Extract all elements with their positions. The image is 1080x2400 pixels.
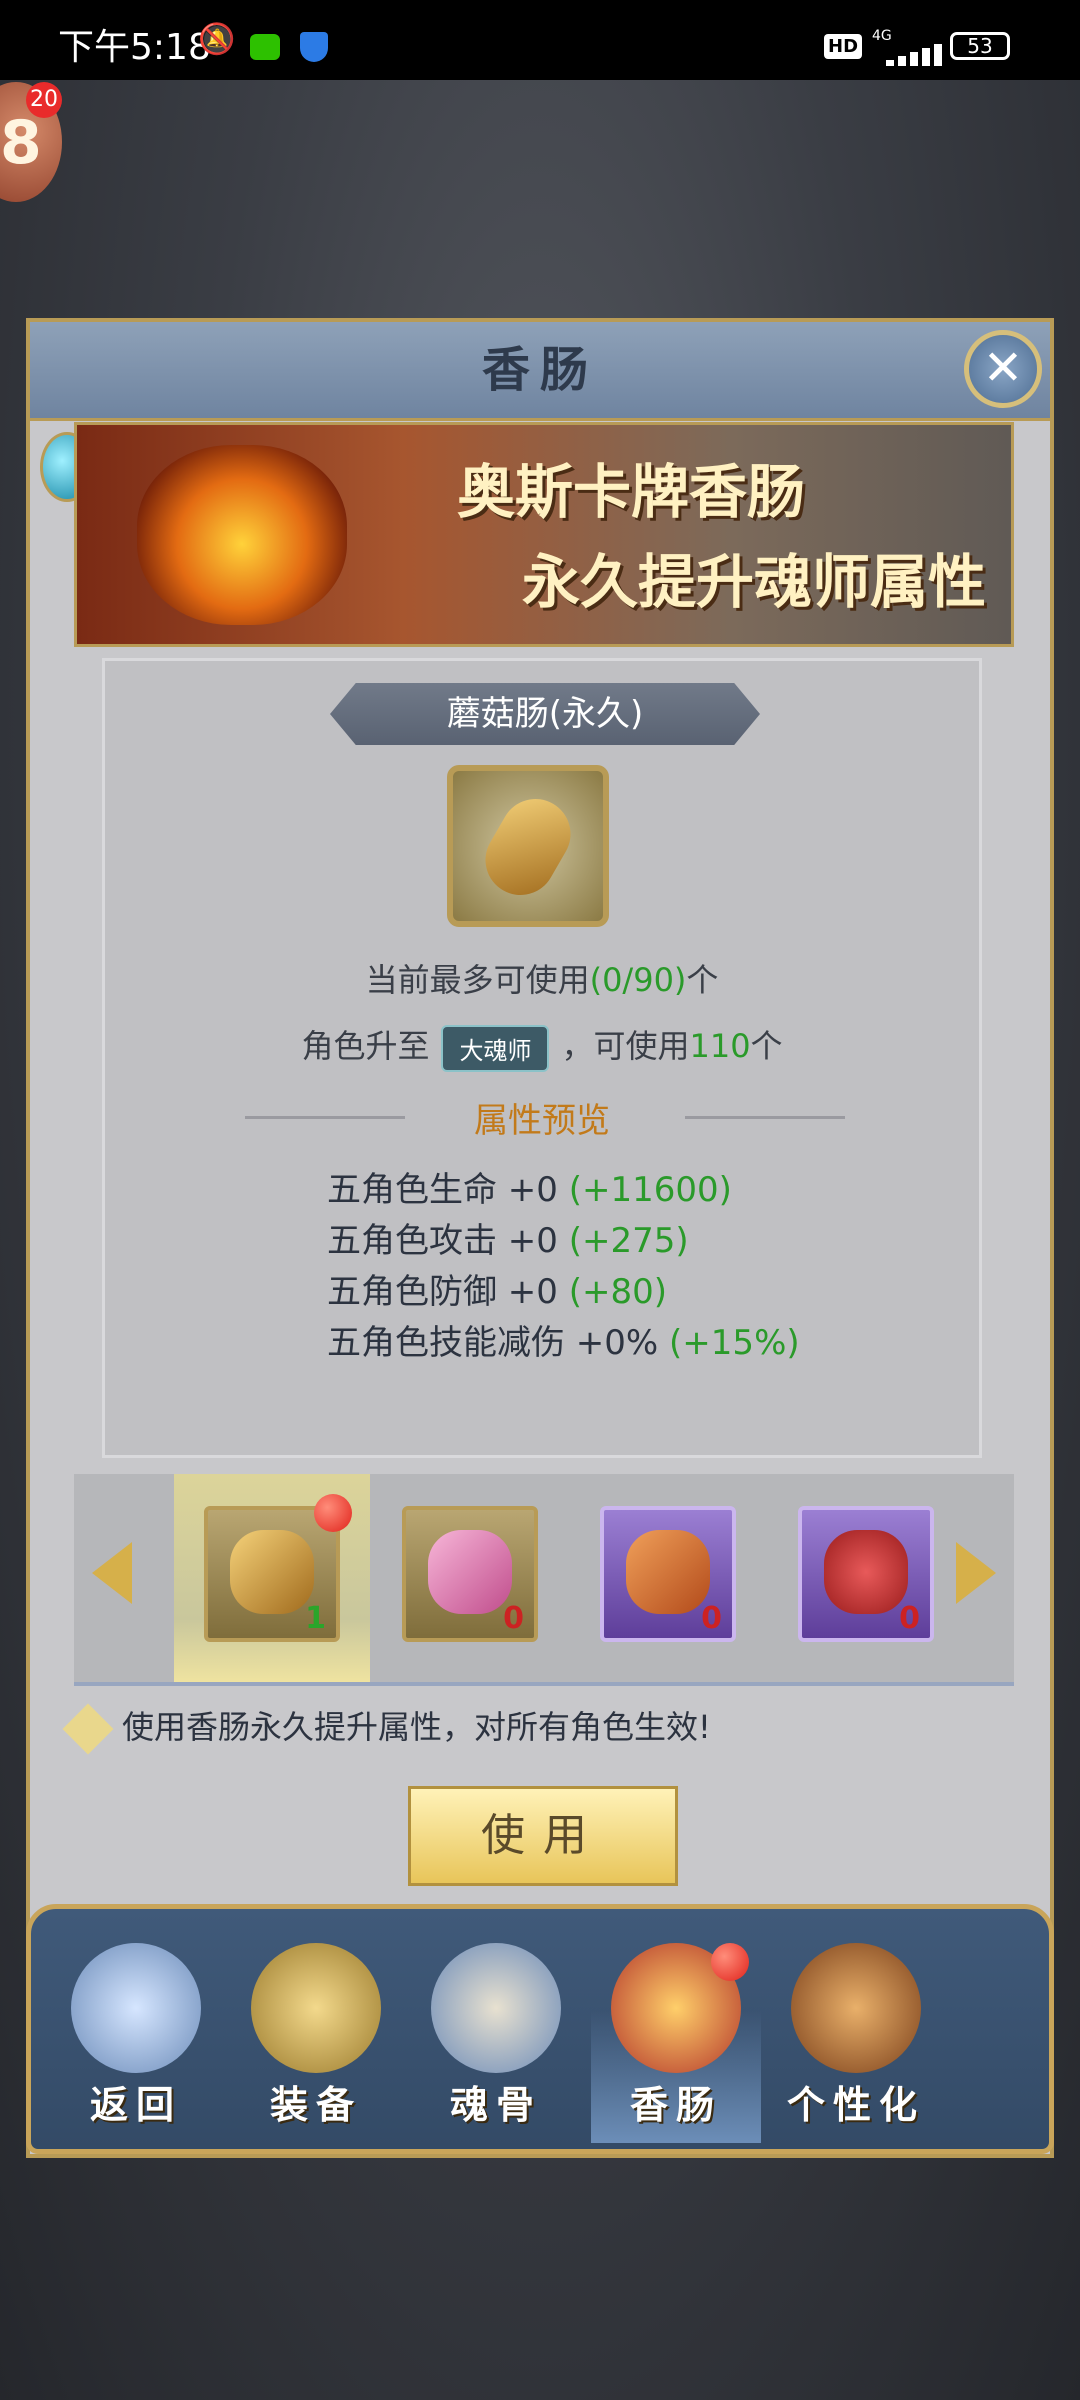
mushroom-sausage-icon bbox=[230, 1530, 314, 1614]
wechat-icon bbox=[250, 34, 280, 60]
stat-label: 五角色防御 +0 bbox=[327, 1272, 569, 1312]
bottom-nav: 返回 装备 魂骨 香肠 个性化 bbox=[26, 1904, 1054, 2154]
stat-label: 五角色技能减伤 +0% bbox=[327, 1323, 670, 1363]
stat-row: 五角色技能减伤 +0% (+15%) bbox=[327, 1318, 800, 1369]
item-count: 0 bbox=[701, 1601, 722, 1636]
attribute-preview-title: 属性预览 bbox=[474, 1101, 610, 1141]
soul-bone-icon bbox=[431, 1943, 561, 2073]
item-slot-candy-sausage[interactable]: 0 bbox=[402, 1506, 538, 1642]
usage-value: (0/90) bbox=[589, 961, 687, 999]
nav-personalize-label: 个性化 bbox=[786, 2083, 925, 2127]
network-type: 4G bbox=[872, 28, 892, 44]
carousel-next-arrow-icon[interactable] bbox=[956, 1542, 996, 1604]
nav-soul-bone-label: 魂骨 bbox=[449, 2083, 542, 2127]
nav-soul-bone[interactable]: 魂骨 bbox=[411, 1923, 581, 2143]
battery-icon: 53 bbox=[950, 32, 1010, 60]
upgrade-limit-text: 角色升至 大魂师 ，可使用110个 bbox=[105, 1021, 979, 1072]
usage-prefix: 当前最多可使用 bbox=[365, 961, 590, 999]
stat-bonus: (+15%) bbox=[669, 1323, 800, 1363]
panel-header: 香肠 ✕ bbox=[30, 322, 1050, 421]
nav-sausage-label: 香肠 bbox=[629, 2083, 722, 2127]
new-indicator-dot bbox=[711, 1943, 749, 1981]
shield-icon bbox=[300, 32, 328, 62]
status-bar: 下午5:18 🔕 HD 4G 53 bbox=[0, 0, 1080, 80]
upgrade-prefix: 角色升至 bbox=[301, 1027, 430, 1065]
use-button[interactable]: 使用 bbox=[408, 1786, 678, 1886]
close-button[interactable]: ✕ bbox=[964, 330, 1042, 408]
hint-text: 使用香肠永久提升属性，对所有角色生效! bbox=[122, 1708, 711, 1746]
floating-bubble-glyph: 8 bbox=[0, 108, 42, 178]
nav-sausage[interactable]: 香肠 bbox=[591, 1923, 761, 2143]
item-slot-grilled-sausage[interactable]: 0 bbox=[600, 1506, 736, 1642]
info-diamond-icon bbox=[62, 1703, 114, 1755]
grilled-sausage-icon bbox=[626, 1530, 710, 1614]
upgrade-middle: ，可使用 bbox=[561, 1027, 690, 1065]
selected-item-frame bbox=[447, 765, 609, 927]
upgrade-value: 110 bbox=[689, 1027, 751, 1065]
candy-sausage-icon bbox=[428, 1530, 512, 1614]
rank-badge: 大魂师 bbox=[441, 1024, 550, 1072]
stat-row: 五角色生命 +0 (+11600) bbox=[327, 1165, 800, 1216]
nav-back-label: 返回 bbox=[89, 2083, 182, 2127]
notification-badge: 20 bbox=[26, 82, 62, 118]
item-name-tag: 蘑菇肠(永久) bbox=[330, 683, 760, 745]
usage-suffix: 个 bbox=[686, 961, 719, 999]
status-time: 下午5:18 bbox=[58, 27, 211, 68]
nav-equip-label: 装备 bbox=[269, 2083, 362, 2127]
helmet-icon bbox=[251, 1943, 381, 2073]
item-carousel: 1 0 0 0 bbox=[74, 1474, 1014, 1686]
banner-shield-icon bbox=[791, 1943, 921, 2073]
banner-subheadline: 永久提升魂师属性 bbox=[522, 548, 987, 616]
flaming-sausage-art-icon bbox=[137, 445, 347, 625]
signal-icon bbox=[872, 44, 942, 66]
nav-back[interactable]: 返回 bbox=[51, 1923, 221, 2143]
stat-row: 五角色防御 +0 (+80) bbox=[327, 1267, 800, 1318]
stat-label: 五角色攻击 +0 bbox=[327, 1221, 569, 1261]
stat-bonus: (+11600) bbox=[568, 1170, 732, 1210]
item-name: 蘑菇肠(永久) bbox=[446, 694, 644, 734]
panel-title: 香肠 bbox=[481, 342, 598, 398]
item-detail-box: 蘑菇肠(永久) 当前最多可使用(0/90)个 角色升至 大魂师 ，可使用110个 属… bbox=[102, 658, 982, 1458]
banner-headline: 奥斯卡牌香肠 bbox=[457, 458, 806, 526]
usage-limit-text: 当前最多可使用(0/90)个 bbox=[105, 955, 979, 1001]
hd-icon: HD bbox=[824, 34, 863, 59]
stat-row: 五角色攻击 +0 (+275) bbox=[327, 1216, 800, 1267]
item-slot-salami-sausage[interactable]: 0 bbox=[798, 1506, 934, 1642]
new-indicator-dot bbox=[314, 1494, 352, 1532]
item-count: 0 bbox=[503, 1601, 524, 1636]
salami-sausage-icon bbox=[824, 1530, 908, 1614]
stat-bonus: (+275) bbox=[568, 1221, 689, 1261]
sausage-panel: 香肠 ✕ 奥斯卡牌香肠 永久提升魂师属性 蘑菇肠(永久) 当前最多可使用(0/9… bbox=[26, 318, 1054, 2158]
stat-bonus: (+80) bbox=[568, 1272, 668, 1312]
nav-equip[interactable]: 装备 bbox=[231, 1923, 401, 2143]
promo-banner: 奥斯卡牌香肠 永久提升魂师属性 bbox=[74, 422, 1014, 647]
item-count: 1 bbox=[305, 1601, 326, 1636]
item-count: 0 bbox=[899, 1601, 920, 1636]
back-arrow-icon bbox=[71, 1943, 201, 2073]
mushroom-sausage-icon bbox=[472, 786, 584, 908]
upgrade-suffix: 个 bbox=[750, 1027, 783, 1065]
hint-text-row: 使用香肠永久提升属性，对所有角色生效! bbox=[62, 1702, 711, 1755]
nav-personalize[interactable]: 个性化 bbox=[771, 1923, 941, 2143]
carousel-prev-arrow-icon[interactable] bbox=[92, 1542, 132, 1604]
mute-icon: 🔕 bbox=[198, 22, 236, 57]
stats-list: 五角色生命 +0 (+11600) 五角色攻击 +0 (+275) 五角色防御 … bbox=[327, 1165, 800, 1369]
stat-label: 五角色生命 +0 bbox=[327, 1170, 569, 1210]
